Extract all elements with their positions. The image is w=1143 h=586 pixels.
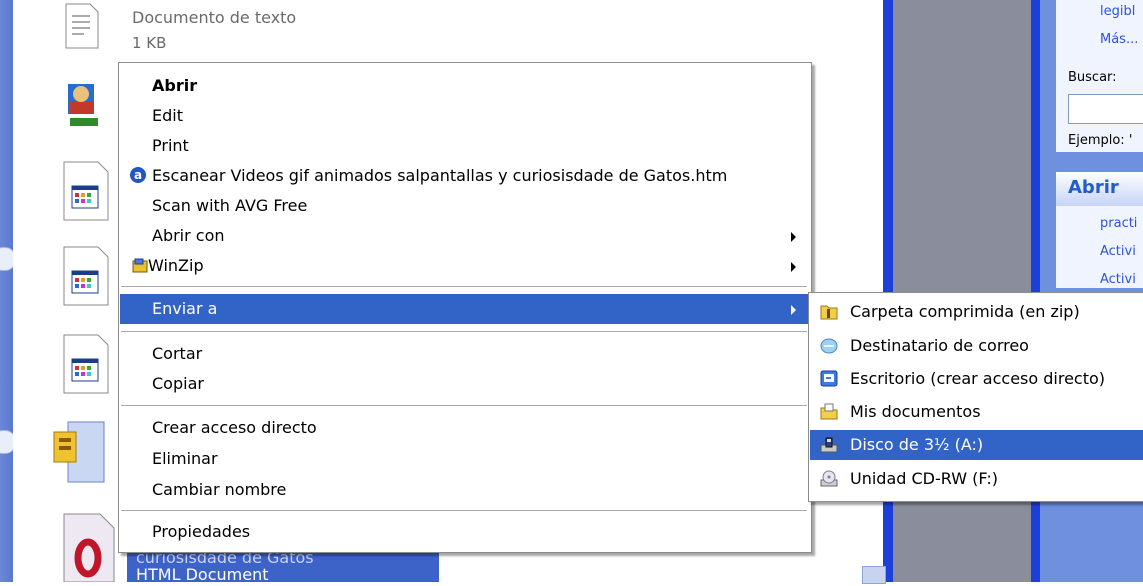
menu-item-delete[interactable]: Eliminar — [120, 444, 810, 474]
zip-archive-icon[interactable] — [52, 418, 105, 483]
menu-item-winzip[interactable]: WinZip — [120, 251, 810, 281]
html-file-icon[interactable] — [62, 245, 112, 306]
menu-item-label: Scan with AVG Free — [152, 196, 308, 215]
example-label: Ejemplo: ' — [1068, 133, 1133, 148]
menu-item-label: Propiedades — [152, 522, 251, 541]
link-legible[interactable]: legibl — [1100, 4, 1135, 19]
submenu-item-label: Escritorio (crear acceso directo) — [850, 369, 1106, 388]
menu-item-label: Print — [152, 136, 189, 155]
menu-item-label: Eliminar — [152, 449, 218, 468]
section-link[interactable]: Activi — [1100, 244, 1136, 259]
file-size-label: 1 KB — [132, 34, 167, 52]
menu-item-print[interactable]: Print — [120, 131, 810, 161]
menu-separator — [121, 510, 807, 511]
text-document-icon[interactable] — [62, 2, 112, 62]
menu-item-cut[interactable]: Cortar — [120, 339, 810, 369]
send-to-submenu: Carpeta comprimida (en zip) Destinatario… — [808, 292, 1143, 502]
cd-drive-icon — [820, 470, 838, 487]
submenu-arrow-icon — [791, 305, 796, 315]
html-file-icon[interactable] — [62, 160, 112, 221]
menu-item-edit[interactable]: Edit — [120, 101, 810, 131]
menu-item-label: Abrir con — [152, 226, 225, 245]
menu-item-label: WinZip — [148, 256, 204, 275]
send-to-floppy-drive[interactable]: Disco de 3½ (A:) — [810, 430, 1143, 460]
section-body: practi Activi Activi — [1056, 206, 1143, 288]
floppy-drive-icon — [820, 436, 838, 453]
avast-scan-icon: a — [130, 167, 146, 183]
menu-separator — [121, 405, 807, 406]
menu-separator — [121, 286, 807, 287]
menu-item-rename[interactable]: Cambiar nombre — [120, 475, 810, 505]
left-panel-strip — [0, 0, 13, 582]
submenu-arrow-icon — [791, 232, 796, 242]
send-to-cd-drive[interactable]: Unidad CD-RW (F:) — [810, 464, 1143, 494]
mail-recipient-icon — [820, 337, 838, 354]
application-icon[interactable] — [62, 74, 112, 134]
send-to-my-documents[interactable]: Mis documentos — [810, 397, 1143, 427]
menu-item-label: Cortar — [152, 344, 203, 363]
menu-item-copy[interactable]: Copiar — [120, 369, 810, 399]
menu-item-label: Edit — [152, 106, 183, 125]
menu-item-label: Escanear Videos gif animados salpantalla… — [152, 166, 728, 185]
zip-folder-icon — [820, 303, 838, 320]
menu-item-avast-scan[interactable]: a Escanear Videos gif animados salpantal… — [120, 161, 810, 191]
menu-item-open-with[interactable]: Abrir con — [120, 221, 810, 251]
send-to-desktop[interactable]: Escritorio (crear acceso directo) — [810, 364, 1143, 394]
search-label: Buscar: — [1068, 70, 1117, 85]
desktop-shortcut-icon — [820, 370, 838, 387]
menu-item-label: Crear acceso directo — [152, 418, 317, 437]
section-title: Abrir — [1068, 177, 1119, 198]
link-more[interactable]: Más... — [1100, 32, 1138, 47]
html-file-icon[interactable] — [62, 333, 112, 394]
menu-item-send-to[interactable]: Enviar a — [120, 294, 810, 324]
section-link[interactable]: Activi — [1100, 272, 1136, 287]
send-to-mail-recipient[interactable]: Destinatario de correo — [810, 331, 1143, 361]
submenu-arrow-icon — [791, 262, 796, 272]
my-documents-icon — [820, 403, 838, 420]
submenu-item-label: Unidad CD-RW (F:) — [850, 469, 998, 488]
section-header[interactable]: Abrir — [1056, 172, 1143, 206]
menu-item-properties[interactable]: Propiedades — [120, 517, 810, 547]
search-box-panel: legibl Más... Buscar: Ejemplo: ' — [1056, 0, 1143, 152]
winzip-icon — [132, 258, 148, 273]
selected-file-type: HTML Document — [136, 565, 269, 584]
scroll-down-arrow[interactable] — [862, 566, 886, 584]
menu-separator — [121, 331, 807, 332]
menu-item-label: Abrir — [152, 76, 198, 95]
opera-html-icon[interactable] — [62, 512, 115, 583]
submenu-item-label: Mis documentos — [850, 402, 981, 421]
menu-item-create-shortcut[interactable]: Crear acceso directo — [120, 413, 810, 443]
menu-item-open[interactable]: Abrir — [120, 71, 810, 101]
submenu-item-label: Carpeta comprimida (en zip) — [850, 302, 1080, 321]
send-to-zip-folder[interactable]: Carpeta comprimida (en zip) — [810, 297, 1143, 327]
context-menu: Abrir Edit Print a Escanear Videos gif a… — [118, 62, 812, 553]
menu-item-label: Enviar a — [152, 299, 218, 318]
submenu-item-label: Destinatario de correo — [850, 336, 1029, 355]
search-input[interactable] — [1068, 94, 1143, 124]
submenu-item-label: Disco de 3½ (A:) — [850, 435, 984, 454]
file-type-label: Documento de texto — [132, 8, 297, 27]
menu-item-label: Cambiar nombre — [152, 480, 287, 499]
section-link[interactable]: practi — [1100, 216, 1137, 231]
menu-item-label: Copiar — [152, 374, 204, 393]
menu-item-avg-scan[interactable]: Scan with AVG Free — [120, 191, 810, 221]
